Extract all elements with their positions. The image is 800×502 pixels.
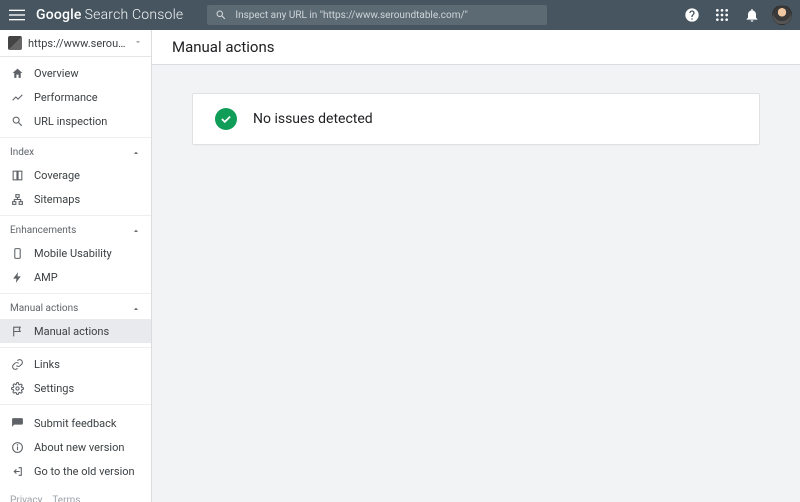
top-bar: Google Search Console Inspect any URL in…	[0, 0, 800, 30]
sidebar-item-manual-actions[interactable]: Manual actions	[0, 319, 151, 343]
footer-links: Privacy Terms	[0, 489, 151, 502]
menu-icon[interactable]	[8, 6, 26, 24]
chevron-up-icon	[131, 304, 141, 314]
nav-group-manual-actions: Manual actions Manual actions	[0, 294, 151, 348]
feedback-icon	[10, 416, 24, 430]
sidebar-item-about[interactable]: About new version	[0, 435, 151, 459]
group-title: Enhancements	[10, 225, 76, 236]
status-card: No issues detected	[192, 93, 760, 145]
logo-light: Search Console	[85, 7, 184, 23]
link-icon	[10, 357, 24, 371]
sidebar-item-label: Settings	[34, 382, 74, 395]
sidebar-item-label: Go to the old version	[34, 465, 135, 478]
info-icon	[10, 440, 24, 454]
help-icon[interactable]	[682, 5, 702, 25]
url-inspection-search[interactable]: Inspect any URL in "https://www.seroundt…	[207, 5, 547, 25]
sidebar-item-label: About new version	[34, 441, 124, 454]
account-avatar[interactable]	[772, 5, 792, 25]
sidebar-item-label: Sitemaps	[34, 193, 80, 206]
product-logo: Google Search Console	[36, 7, 183, 23]
sidebar-item-coverage[interactable]: Coverage	[0, 163, 151, 187]
chevron-down-icon	[133, 37, 143, 50]
footer-privacy[interactable]: Privacy	[10, 495, 42, 502]
sidebar-item-settings[interactable]: Settings	[0, 376, 151, 400]
mobile-icon	[10, 246, 24, 260]
group-title: Manual actions	[10, 303, 78, 314]
sidebar-item-performance[interactable]: Performance	[0, 85, 151, 109]
flag-icon	[10, 324, 24, 338]
main-content: Manual actions No issues detected	[152, 30, 800, 502]
sidebar-item-amp[interactable]: AMP	[0, 265, 151, 289]
sidebar-item-label: Submit feedback	[34, 417, 116, 430]
nav-group-secondary: Links Settings	[0, 348, 151, 405]
apps-icon[interactable]	[712, 5, 732, 25]
search-icon	[215, 9, 227, 21]
chart-icon	[10, 90, 24, 104]
sidebar-item-links[interactable]: Links	[0, 352, 151, 376]
logo-bold: Google	[36, 7, 82, 23]
home-icon	[10, 66, 24, 80]
coverage-icon	[10, 168, 24, 182]
bolt-icon	[10, 270, 24, 284]
nav-group-main: Overview Performance URL inspection	[0, 57, 151, 138]
status-message: No issues detected	[253, 111, 373, 127]
sidebar-item-label: Manual actions	[34, 325, 109, 338]
gear-icon	[10, 381, 24, 395]
sidebar-item-label: URL inspection	[34, 115, 107, 128]
group-header-index[interactable]: Index	[0, 142, 151, 163]
property-label: https://www.seroundtable.co…	[28, 37, 127, 50]
sidebar: https://www.seroundtable.co… Overview Pe…	[0, 30, 152, 502]
sidebar-item-feedback[interactable]: Submit feedback	[0, 411, 151, 435]
nav-group-enhancements: Enhancements Mobile Usability AMP	[0, 216, 151, 294]
chevron-up-icon	[131, 148, 141, 158]
sidebar-item-label: Coverage	[34, 169, 80, 182]
nav-group-index: Index Coverage Sitemaps	[0, 138, 151, 216]
nav-group-footer: Submit feedback About new version Go to …	[0, 405, 151, 489]
sidebar-item-label: AMP	[34, 271, 58, 284]
search-placeholder: Inspect any URL in "https://www.seroundt…	[235, 10, 467, 21]
sidebar-item-sitemaps[interactable]: Sitemaps	[0, 187, 151, 211]
sidebar-item-label: Performance	[34, 91, 98, 104]
sidebar-item-label: Links	[34, 358, 60, 371]
page-title: Manual actions	[152, 30, 800, 65]
search-icon	[10, 114, 24, 128]
property-favicon	[8, 36, 22, 50]
footer-terms[interactable]: Terms	[52, 495, 80, 502]
sidebar-item-mobile-usability[interactable]: Mobile Usability	[0, 241, 151, 265]
sidebar-item-overview[interactable]: Overview	[0, 61, 151, 85]
success-check-icon	[215, 108, 237, 130]
sidebar-item-label: Mobile Usability	[34, 247, 112, 260]
sitemap-icon	[10, 192, 24, 206]
sidebar-item-old-version[interactable]: Go to the old version	[0, 459, 151, 483]
sidebar-item-label: Overview	[34, 67, 79, 80]
sidebar-item-url-inspection[interactable]: URL inspection	[0, 109, 151, 133]
group-header-enhancements[interactable]: Enhancements	[0, 220, 151, 241]
group-header-manual-actions[interactable]: Manual actions	[0, 298, 151, 319]
notifications-icon[interactable]	[742, 5, 762, 25]
exit-icon	[10, 464, 24, 478]
chevron-up-icon	[131, 226, 141, 236]
group-title: Index	[10, 147, 34, 158]
property-selector[interactable]: https://www.seroundtable.co…	[0, 30, 151, 57]
